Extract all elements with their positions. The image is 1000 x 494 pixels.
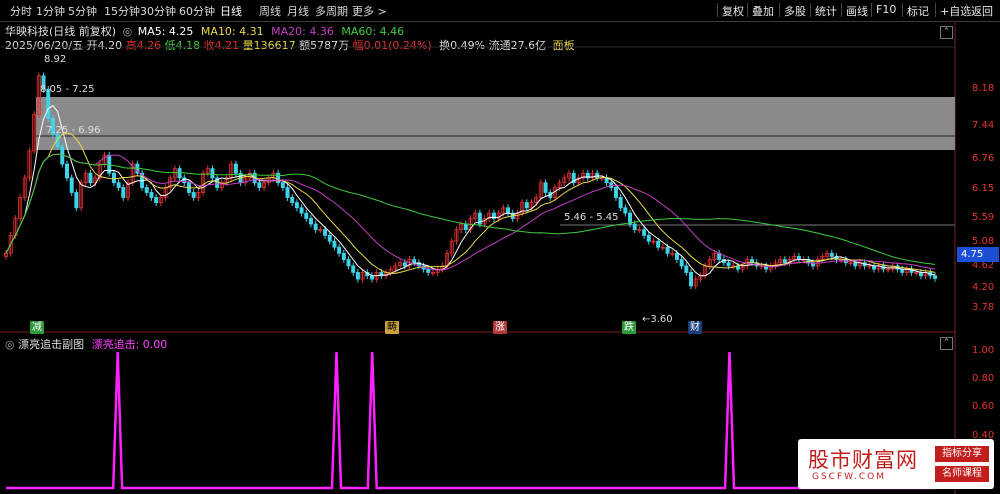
candle-body xyxy=(304,212,309,219)
candle-body xyxy=(337,246,342,254)
candle-body xyxy=(674,252,679,260)
candle-body xyxy=(355,272,360,280)
candle-body xyxy=(327,234,332,242)
kline-chart[interactable] xyxy=(0,0,1000,494)
watermark-title: 股市财富网 xyxy=(808,448,918,472)
sub-tick: 0.60 xyxy=(972,401,995,412)
candle-body xyxy=(632,223,637,231)
candle-body xyxy=(74,192,79,209)
candle-body xyxy=(933,275,938,279)
candle-body xyxy=(656,240,661,248)
sub-indicator-value: 漂亮追击: 0.00 xyxy=(91,338,168,351)
resistance-zone xyxy=(36,97,955,150)
sub-panel-toggle-icon[interactable]: ◎ xyxy=(5,338,15,351)
watermark-badge-1: 指标分享 xyxy=(935,446,989,462)
sub-tick: 0.80 xyxy=(972,373,995,384)
candle-body xyxy=(313,223,318,231)
candle-body xyxy=(853,262,858,267)
low-value: 3.60 xyxy=(650,314,673,325)
candle-body xyxy=(257,182,262,188)
candle-body xyxy=(642,229,647,236)
candle-body xyxy=(323,229,328,236)
candle-body xyxy=(280,182,285,188)
candle-body xyxy=(285,187,290,198)
candle-body xyxy=(351,265,356,273)
ma10-line xyxy=(5,132,936,274)
candle-body xyxy=(88,172,93,184)
candle-body xyxy=(623,207,628,214)
watermark-url: GSCFW.COM xyxy=(812,472,887,482)
candle-body xyxy=(149,192,154,198)
watermark-badge-2: 名师课程 xyxy=(935,466,989,482)
candle-body xyxy=(290,197,295,204)
zone-label-bottom: 7.25 - 6.96 xyxy=(46,125,101,136)
candle-body xyxy=(69,177,74,193)
zone-label-top: 8.05 - 7.25 xyxy=(40,84,95,95)
candle-body xyxy=(154,197,159,204)
candle-body xyxy=(111,172,116,184)
candle-body xyxy=(308,218,313,225)
candle-body xyxy=(116,182,121,188)
sub-axis: 1.000.800.600.400.20 xyxy=(957,0,1000,494)
indicator-line xyxy=(6,351,935,490)
candle-body xyxy=(64,163,69,179)
low-price-label: ←3.60 xyxy=(642,314,673,325)
candle-body xyxy=(506,207,511,214)
signal-jian: 减 xyxy=(30,321,44,334)
candle-body xyxy=(294,202,299,209)
signal-die: 跌 xyxy=(622,321,636,334)
signal-chou: 畴 xyxy=(385,321,399,334)
candle-body xyxy=(726,262,731,267)
high-price-label: 8.92 xyxy=(44,54,67,65)
candle-body xyxy=(332,240,337,248)
candle-body xyxy=(177,168,182,179)
candle-body xyxy=(426,268,431,273)
candle-body xyxy=(341,252,346,260)
candle-body xyxy=(613,187,618,198)
signal-cai: 财 xyxy=(688,321,702,334)
ma20-line xyxy=(5,153,936,271)
candle-body xyxy=(646,234,651,242)
watermark-logo: 股市财富网 GSCFW.COM 指标分享 名师课程 xyxy=(798,439,994,489)
signal-zhang: 涨 xyxy=(493,321,507,334)
sub-panel-header: ◎ 漂亮追击副图 漂亮追击: 0.00 xyxy=(5,336,167,352)
candle-body xyxy=(346,259,351,267)
candle-body xyxy=(689,272,694,287)
candle-body xyxy=(121,187,126,198)
candle-body xyxy=(543,182,548,193)
candle-body xyxy=(684,265,689,273)
sub-collapse-icon[interactable]: ⌃ xyxy=(940,337,953,350)
candle-body xyxy=(299,207,304,214)
sub-panel-title: 漂亮追击副图 xyxy=(18,338,85,351)
candle-body xyxy=(918,272,923,277)
candle-body xyxy=(782,259,787,264)
candle-body xyxy=(463,223,468,231)
candle-body xyxy=(679,259,684,267)
candle-body xyxy=(618,197,623,209)
candle-body xyxy=(665,246,670,254)
candle-body xyxy=(144,187,149,193)
candle-body xyxy=(412,259,417,264)
candle-body xyxy=(402,262,407,267)
candle-body xyxy=(210,168,215,179)
candle-body xyxy=(829,252,834,257)
candle-body xyxy=(524,202,529,209)
sub-tick: 1.00 xyxy=(972,345,995,356)
zone-label-mid: 5.46 - 5.45 xyxy=(564,212,619,223)
candle-body xyxy=(233,163,238,174)
ma60-line xyxy=(5,153,936,265)
candle-body xyxy=(191,192,196,198)
